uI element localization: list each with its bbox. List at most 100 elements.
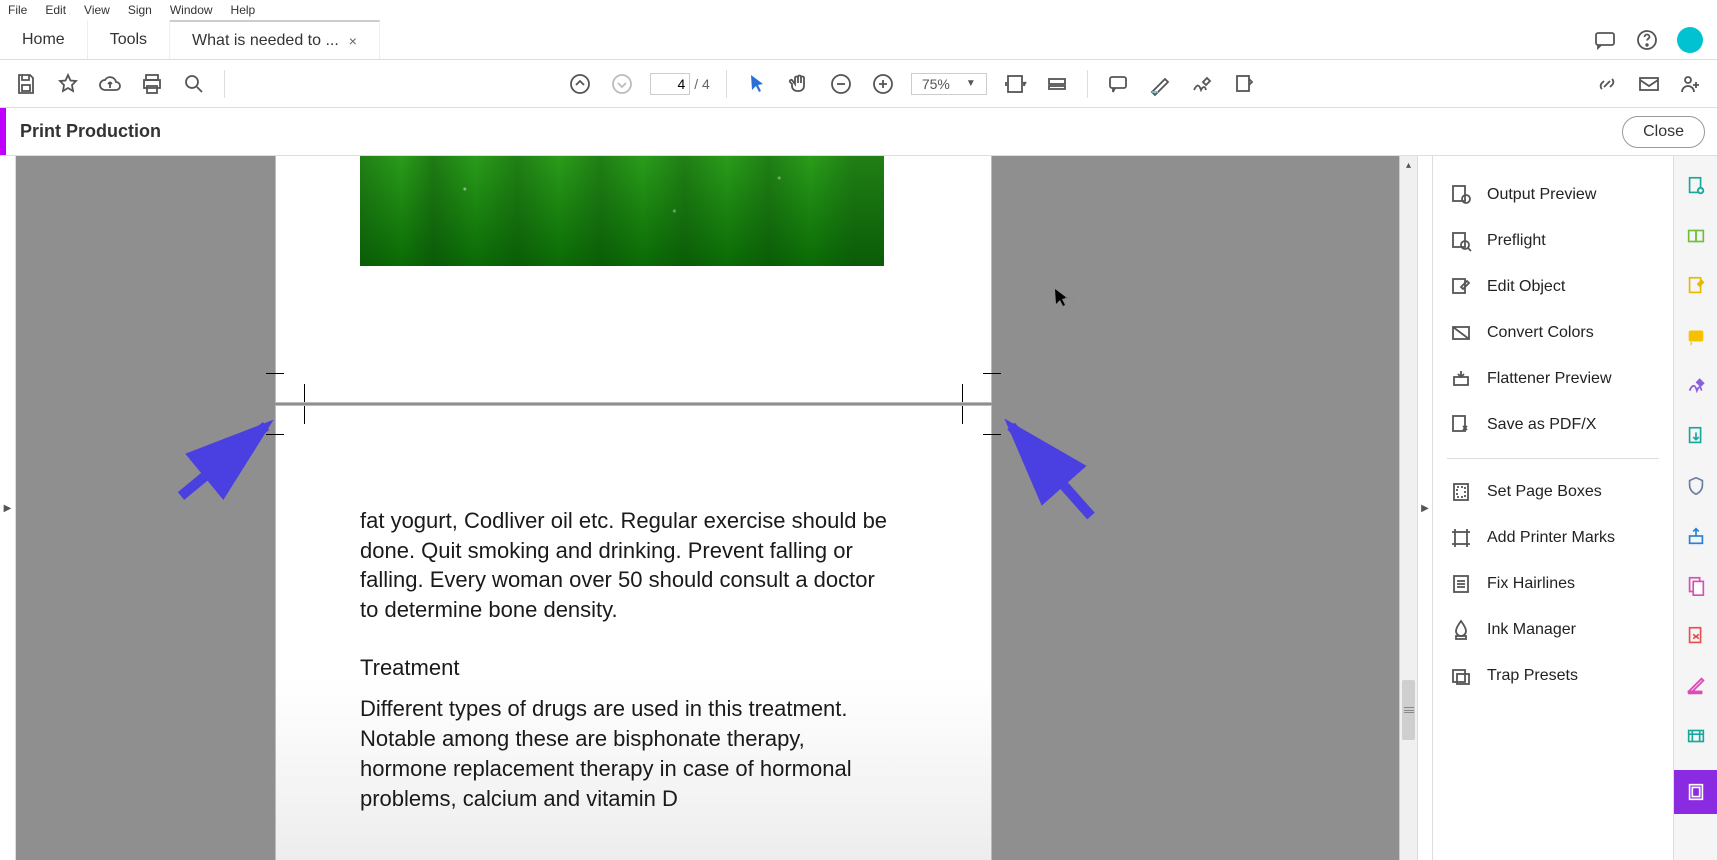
convert-colors-icon <box>1449 321 1473 345</box>
close-tab-icon[interactable]: × <box>349 33 357 49</box>
share-icon[interactable] <box>1684 524 1708 548</box>
sidebar-item-label: Ink Manager <box>1487 621 1576 639</box>
zoom-out-icon[interactable] <box>827 70 855 98</box>
redact-icon[interactable] <box>1684 674 1708 698</box>
right-nav-handle[interactable]: ▶ <box>1417 156 1433 860</box>
print-icon[interactable] <box>138 70 166 98</box>
sidebar-item-label: Save as PDF/X <box>1487 416 1596 434</box>
page-total-label: / 4 <box>694 76 710 92</box>
crop-mark <box>266 373 284 374</box>
zoom-in-icon[interactable] <box>869 70 897 98</box>
printer-marks-icon <box>1449 526 1473 550</box>
sidebar-item-save-pdfx[interactable]: Save as PDF/X <box>1439 402 1667 448</box>
sidebar-item-trap-presets[interactable]: Trap Presets <box>1439 653 1667 699</box>
zoom-select[interactable]: 75% ▼ <box>911 73 987 95</box>
tab-document-label: What is needed to ... <box>192 32 339 50</box>
sidebar-item-label: Flattener Preview <box>1487 370 1612 388</box>
page-up-icon[interactable] <box>566 70 594 98</box>
menu-bar: File Edit View Sign Window Help <box>0 0 1717 20</box>
cloud-upload-icon[interactable] <box>96 70 124 98</box>
fill-sign-icon[interactable] <box>1684 374 1708 398</box>
link-icon[interactable] <box>1593 70 1621 98</box>
create-pdf-icon[interactable] <box>1684 174 1708 198</box>
highlight-icon[interactable] <box>1146 70 1174 98</box>
sidebar-item-set-page-boxes[interactable]: Set Page Boxes <box>1439 469 1667 515</box>
protect-icon[interactable] <box>1684 474 1708 498</box>
crop-mark <box>962 406 963 424</box>
page-down-icon[interactable] <box>608 70 636 98</box>
stamp-icon[interactable] <box>1230 70 1258 98</box>
share-email-icon[interactable] <box>1635 70 1663 98</box>
sidebar-item-preflight[interactable]: Preflight <box>1439 218 1667 264</box>
compress-icon[interactable] <box>1684 624 1708 648</box>
sidebar-item-label: Fix Hairlines <box>1487 575 1575 593</box>
search-icon[interactable] <box>180 70 208 98</box>
menu-edit[interactable]: Edit <box>45 3 66 17</box>
media-icon[interactable] <box>1684 724 1708 748</box>
sidebar-item-add-printer-marks[interactable]: Add Printer Marks <box>1439 515 1667 561</box>
export-pdf-icon[interactable] <box>1684 424 1708 448</box>
vertical-scrollbar[interactable]: ▴ <box>1399 156 1417 860</box>
document-image-grass <box>360 156 884 266</box>
menu-window[interactable]: Window <box>170 3 213 17</box>
paragraph: fat yogurt, Codliver oil etc. Regular ex… <box>360 506 891 625</box>
mouse-cursor <box>1051 286 1075 310</box>
tab-home[interactable]: Home <box>0 20 88 59</box>
document-text: fat yogurt, Codliver oil etc. Regular ex… <box>360 506 891 841</box>
sidebar-item-label: Preflight <box>1487 232 1546 250</box>
sidebar-item-ink-manager[interactable]: Ink Manager <box>1439 607 1667 653</box>
avatar[interactable] <box>1677 27 1703 53</box>
menu-sign[interactable]: Sign <box>128 3 152 17</box>
left-nav-handle[interactable]: ▶ <box>0 156 16 860</box>
menu-file[interactable]: File <box>8 3 27 17</box>
scroll-mode-icon[interactable] <box>1043 70 1071 98</box>
combine-files-icon[interactable] <box>1684 224 1708 248</box>
page-current-input[interactable] <box>650 73 690 95</box>
chevron-right-icon: ▶ <box>1421 503 1429 514</box>
annotation-arrow-left <box>171 416 281 506</box>
panel-accent <box>0 108 6 155</box>
sidebar-item-fix-hairlines[interactable]: Fix Hairlines <box>1439 561 1667 607</box>
chevron-down-icon: ▼ <box>966 78 976 89</box>
tab-bar: Home Tools What is needed to ... × <box>0 20 1717 60</box>
output-preview-icon <box>1449 183 1473 207</box>
sidebar-item-output-preview[interactable]: Output Preview <box>1439 172 1667 218</box>
document-page-3 <box>276 156 991 402</box>
comment-icon[interactable] <box>1104 70 1132 98</box>
save-icon[interactable] <box>12 70 40 98</box>
menu-view[interactable]: View <box>84 3 110 17</box>
sidebar-item-label: Output Preview <box>1487 186 1596 204</box>
tab-tools[interactable]: Tools <box>88 20 170 59</box>
sidebar-item-edit-object[interactable]: Edit Object <box>1439 264 1667 310</box>
page-boxes-icon <box>1449 480 1473 504</box>
edit-pdf-icon[interactable] <box>1684 274 1708 298</box>
fit-width-icon[interactable]: ▾ <box>1001 70 1029 98</box>
tab-document[interactable]: What is needed to ... × <box>170 20 380 59</box>
print-production-tool-icon[interactable] <box>1674 770 1717 814</box>
document-viewport[interactable]: fat yogurt, Codliver oil etc. Regular ex… <box>16 156 1417 860</box>
scroll-up-icon[interactable]: ▴ <box>1400 156 1417 174</box>
notifications-icon[interactable] <box>1593 28 1617 52</box>
organize-pages-icon[interactable] <box>1684 574 1708 598</box>
sidebar-item-label: Trap Presets <box>1487 667 1578 685</box>
menu-help[interactable]: Help <box>231 3 256 17</box>
ink-manager-icon <box>1449 618 1473 642</box>
sign-icon[interactable] <box>1188 70 1216 98</box>
share-people-icon[interactable] <box>1677 70 1705 98</box>
print-production-sidebar: Output Preview Preflight Edit Object Con… <box>1433 156 1673 860</box>
sidebar-item-label: Add Printer Marks <box>1487 529 1615 547</box>
pan-hand-icon[interactable] <box>785 70 813 98</box>
sidebar-separator <box>1447 458 1659 459</box>
star-icon[interactable] <box>54 70 82 98</box>
help-icon[interactable] <box>1635 28 1659 52</box>
crop-mark <box>983 373 1001 374</box>
arrow-cursor-icon[interactable] <box>743 70 771 98</box>
save-pdfx-icon <box>1449 413 1473 437</box>
sticky-note-icon[interactable] <box>1684 324 1708 348</box>
annotation-arrow-right <box>996 416 1106 526</box>
sidebar-item-flattener-preview[interactable]: Flattener Preview <box>1439 356 1667 402</box>
crop-mark <box>304 406 305 424</box>
sidebar-item-convert-colors[interactable]: Convert Colors <box>1439 310 1667 356</box>
close-panel-button[interactable]: Close <box>1622 116 1705 148</box>
scrollbar-thumb[interactable] <box>1402 680 1415 740</box>
